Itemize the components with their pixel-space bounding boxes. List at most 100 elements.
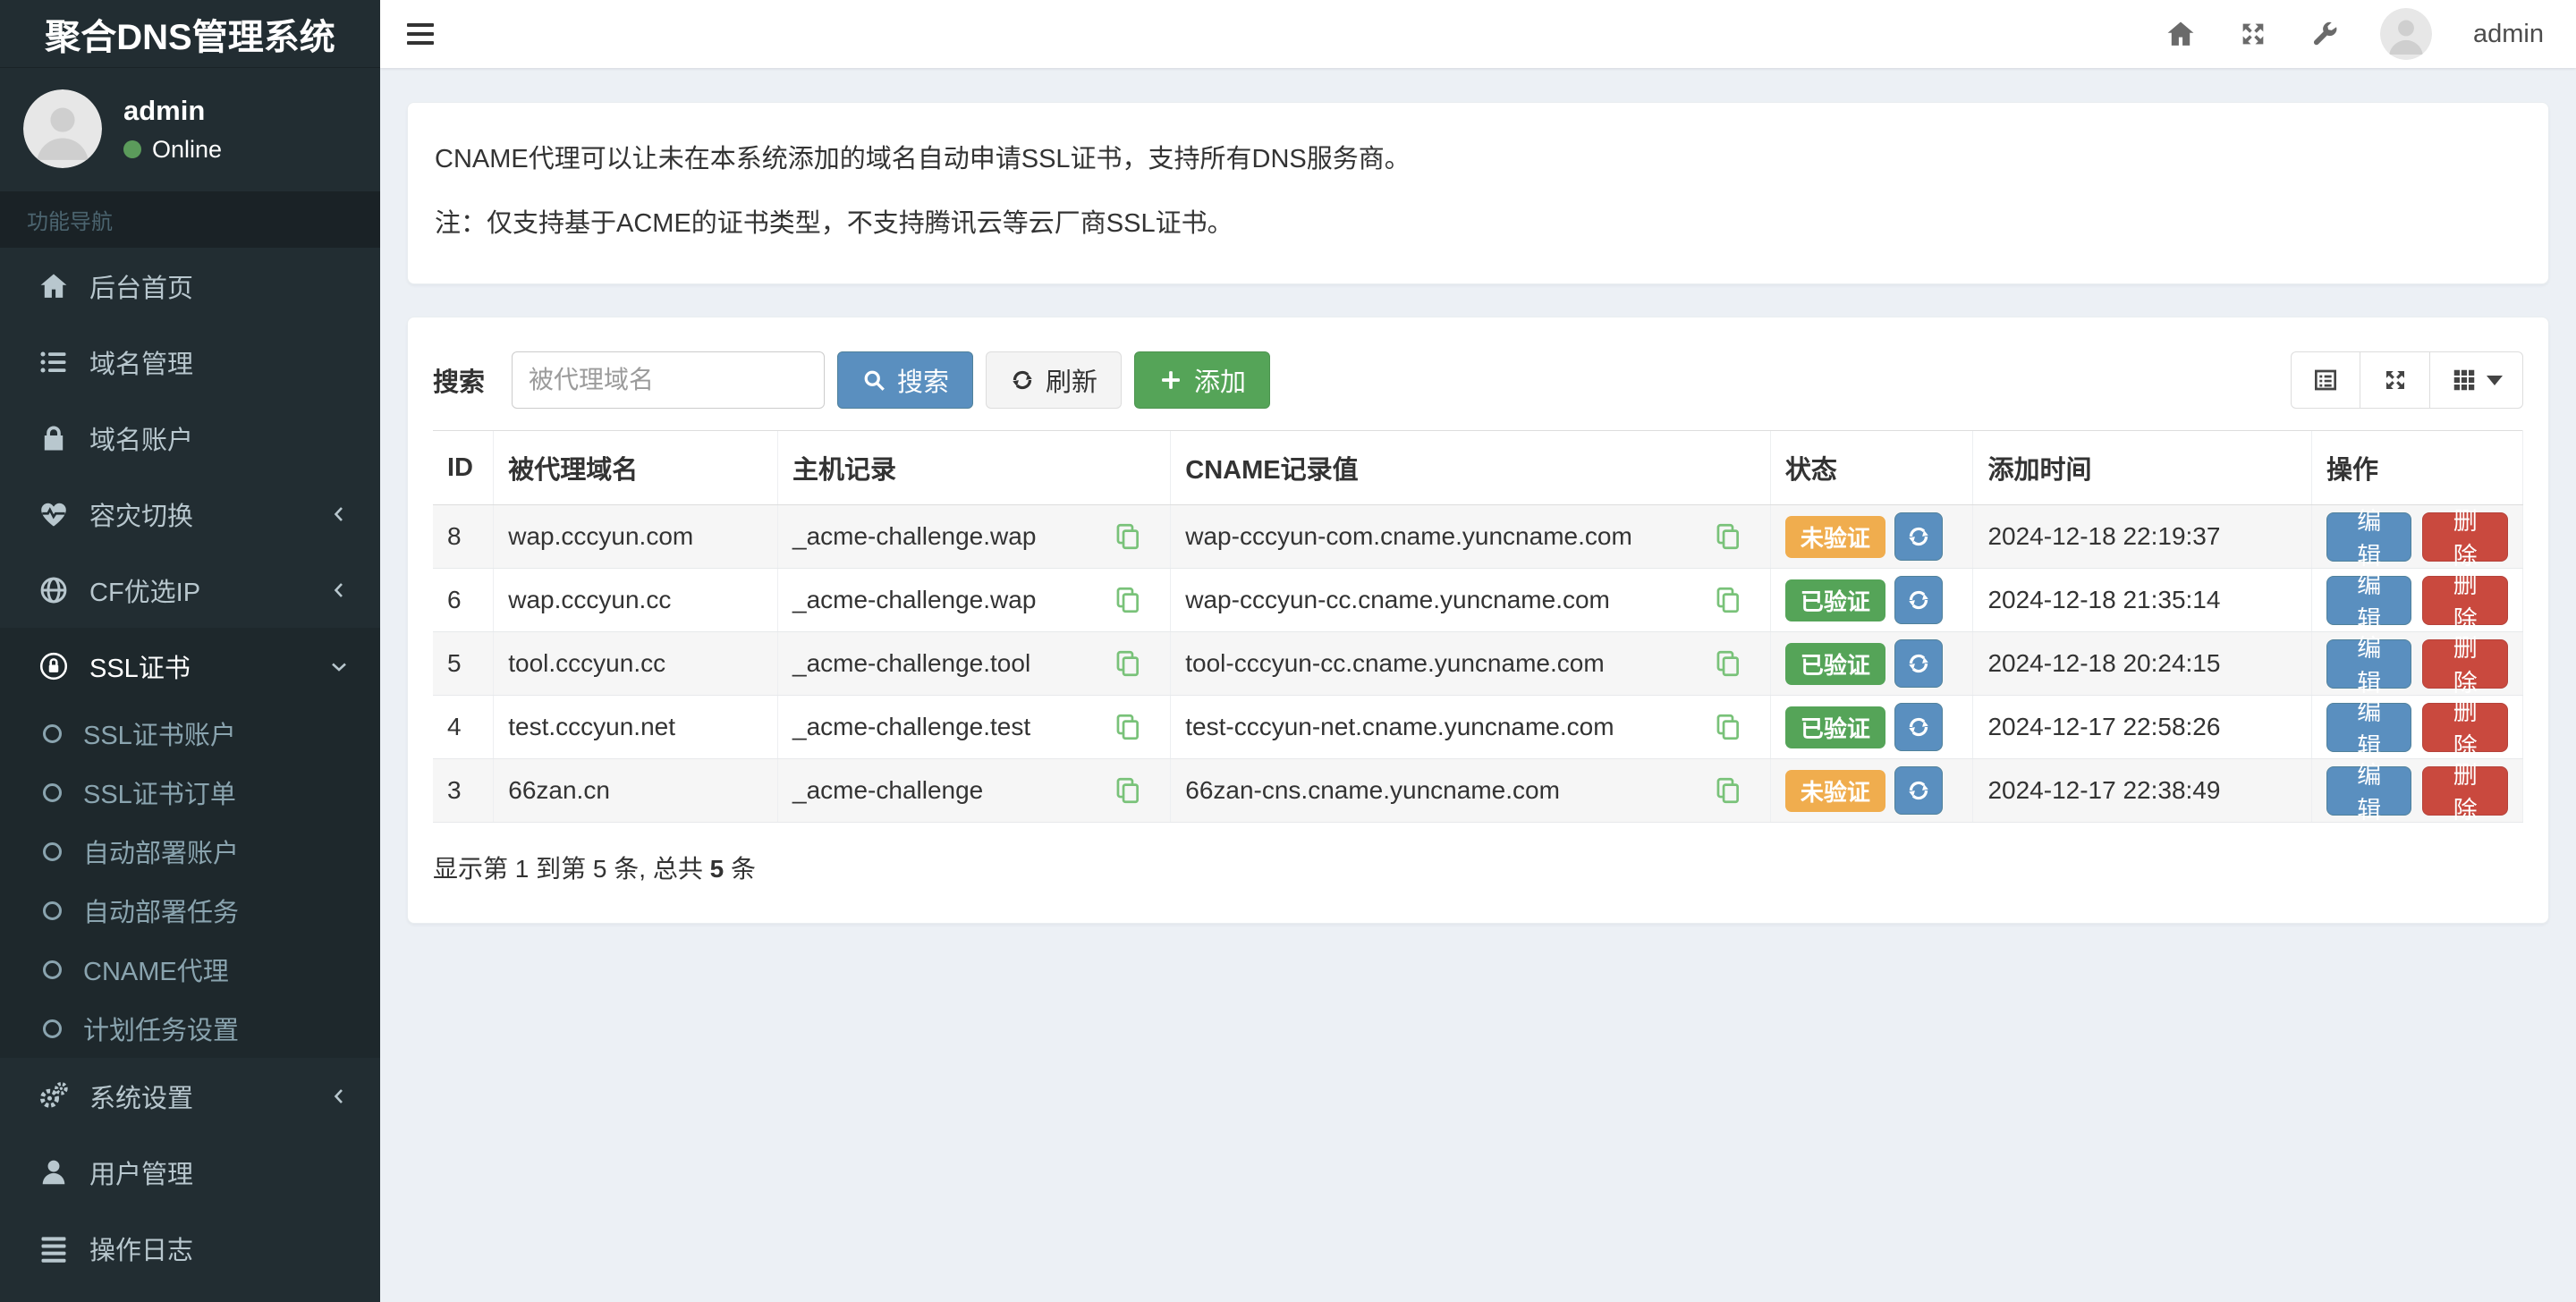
sidebar-subitem-ssl-orders[interactable]: SSL证书订单: [0, 763, 380, 822]
cell-host: _acme-challenge.test: [778, 696, 1171, 759]
settings-wrench-button[interactable]: [2309, 20, 2339, 49]
delete-button[interactable]: 删除: [2422, 576, 2508, 625]
edit-button[interactable]: 编辑: [2326, 639, 2412, 689]
cell-cname: test-cccyun-net.cname.yuncname.com: [1171, 696, 1771, 759]
delete-button[interactable]: 删除: [2422, 512, 2508, 562]
edit-button[interactable]: 编辑: [2326, 703, 2412, 752]
cell-domain: tool.cccyun.cc: [494, 632, 778, 696]
sidebar-item-cf-ip[interactable]: CF优选IP: [0, 552, 380, 628]
cell-id: 4: [433, 696, 494, 759]
copy-icon[interactable]: [1713, 585, 1743, 615]
sidebar-item-domains[interactable]: 域名管理: [0, 324, 380, 400]
user-status: Online: [123, 136, 222, 164]
user-panel: admin Online: [0, 68, 380, 191]
ssl-lock-circle-icon: [38, 650, 70, 682]
refresh-icon: [1906, 778, 1931, 803]
refresh-button[interactable]: 刷新: [986, 351, 1122, 409]
sidebar-subitem-ssl-accounts[interactable]: SSL证书账户: [0, 704, 380, 763]
circle-icon: [43, 724, 62, 743]
copy-icon[interactable]: [1113, 712, 1143, 742]
columns-dropdown-button[interactable]: [2430, 351, 2523, 409]
cell-cname: wap-cccyun-cc.cname.yuncname.com: [1171, 569, 1771, 632]
copy-icon[interactable]: [1113, 521, 1143, 552]
refresh-icon: [1906, 651, 1931, 676]
cell-actions: 编辑 删除: [2311, 505, 2522, 569]
cell-status: 已验证: [1770, 696, 1973, 759]
recheck-button[interactable]: [1894, 512, 1943, 561]
search-icon: [861, 368, 886, 393]
refresh-icon: [1906, 588, 1931, 613]
plus-icon: [1158, 368, 1183, 393]
copy-icon[interactable]: [1713, 521, 1743, 552]
cell-cname: 66zan-cns.cname.yuncname.com: [1171, 759, 1771, 823]
table-row: 4 test.cccyun.net _acme-challenge.test t…: [433, 696, 2523, 759]
home-icon: [2165, 18, 2197, 50]
table-row: 5 tool.cccyun.cc _acme-challenge.tool to…: [433, 632, 2523, 696]
toggle-view-button[interactable]: [2291, 351, 2360, 409]
copy-icon[interactable]: [1113, 648, 1143, 679]
cell-status: 未验证: [1770, 759, 1973, 823]
home-button[interactable]: [2165, 18, 2197, 50]
delete-button[interactable]: 删除: [2422, 639, 2508, 689]
recheck-button[interactable]: [1894, 766, 1943, 815]
edit-button[interactable]: 编辑: [2326, 576, 2412, 625]
sidebar-item-ssl-cert[interactable]: SSL证书: [0, 628, 380, 704]
sidebar-subitem-cron-settings[interactable]: 计划任务设置: [0, 999, 380, 1058]
avatar[interactable]: [2380, 8, 2432, 60]
table-row: 8 wap.cccyun.com _acme-challenge.wap wap…: [433, 505, 2523, 569]
copy-icon[interactable]: [1713, 775, 1743, 806]
sidebar-item-dashboard[interactable]: 后台首页: [0, 248, 380, 324]
recheck-button[interactable]: [1894, 576, 1943, 624]
recheck-button[interactable]: [1894, 703, 1943, 751]
ssl-submenu: SSL证书账户 SSL证书订单 自动部署账户 自动部署任务 CNAME代理 计划…: [0, 704, 380, 1058]
delete-button[interactable]: 删除: [2422, 703, 2508, 752]
chevron-left-icon: [328, 1086, 350, 1107]
chevron-left-icon: [328, 503, 350, 525]
sidebar-subitem-deploy-tasks[interactable]: 自动部署任务: [0, 881, 380, 940]
col-id: ID: [433, 431, 494, 505]
delete-button[interactable]: 删除: [2422, 766, 2508, 816]
table-card: 搜索 搜索 刷新 添加: [407, 317, 2549, 924]
sidebar-item-system-settings[interactable]: 系统设置: [0, 1058, 380, 1134]
sidebar-item-operation-logs[interactable]: 操作日志: [0, 1210, 380, 1286]
col-actions: 操作: [2311, 431, 2522, 505]
sidebar-toggle-button[interactable]: [380, 0, 461, 68]
sidebar-subitem-deploy-accounts[interactable]: 自动部署账户: [0, 822, 380, 881]
add-button[interactable]: 添加: [1134, 351, 1270, 409]
cell-domain: wap.cccyun.com: [494, 505, 778, 569]
sidebar-item-domain-accounts[interactable]: 域名账户: [0, 400, 380, 476]
cell-time: 2024-12-18 22:19:37: [1973, 505, 2312, 569]
col-status: 状态: [1770, 431, 1973, 505]
copy-icon[interactable]: [1113, 585, 1143, 615]
recheck-button[interactable]: [1894, 639, 1943, 688]
cname-proxy-table: ID 被代理域名 主机记录 CNAME记录值 状态 添加时间 操作 8 wap.…: [433, 430, 2523, 823]
cell-host: _acme-challenge: [778, 759, 1171, 823]
search-input[interactable]: [512, 351, 825, 409]
copy-icon[interactable]: [1713, 712, 1743, 742]
topbar-username[interactable]: admin: [2473, 20, 2544, 49]
list-icon: [38, 346, 70, 378]
cell-id: 3: [433, 759, 494, 823]
gears-icon: [38, 1080, 70, 1112]
refresh-icon: [1906, 714, 1931, 740]
sidebar-subitem-cname-proxy[interactable]: CNAME代理: [0, 940, 380, 999]
edit-button[interactable]: 编辑: [2326, 766, 2412, 816]
cell-cname: tool-cccyun-cc.cname.yuncname.com: [1171, 632, 1771, 696]
app-title: 聚合DNS管理系统: [45, 8, 335, 60]
status-badge: 未验证: [1785, 516, 1885, 558]
cell-domain: test.cccyun.net: [494, 696, 778, 759]
app-logo[interactable]: 聚合DNS管理系统: [0, 0, 380, 68]
nav-section-label: 功能导航: [0, 191, 380, 248]
copy-icon[interactable]: [1713, 648, 1743, 679]
user-avatar: [23, 89, 102, 168]
table-fullscreen-button[interactable]: [2360, 351, 2430, 409]
fullscreen-button[interactable]: [2238, 19, 2268, 49]
search-button[interactable]: 搜索: [837, 351, 973, 409]
edit-button[interactable]: 编辑: [2326, 512, 2412, 562]
sidebar-item-failover[interactable]: 容灾切换: [0, 476, 380, 552]
copy-icon[interactable]: [1113, 775, 1143, 806]
table-row: 6 wap.cccyun.cc _acme-challenge.wap wap-…: [433, 569, 2523, 632]
circle-icon: [43, 1019, 62, 1038]
status-badge: 已验证: [1785, 643, 1885, 685]
sidebar-item-user-management[interactable]: 用户管理: [0, 1134, 380, 1210]
